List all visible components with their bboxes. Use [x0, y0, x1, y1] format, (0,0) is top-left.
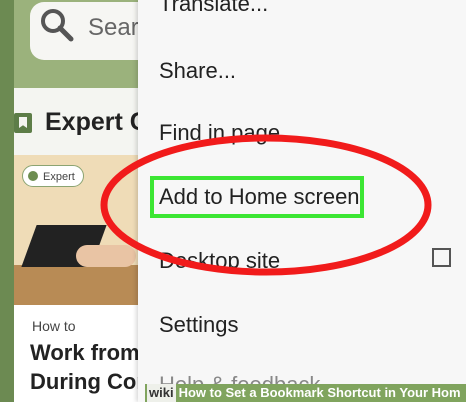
menu-item-find-in-page[interactable]: Find in page — [159, 120, 280, 146]
footer-title: How to Set a Bookmark Shortcut in Your H… — [178, 385, 461, 400]
screenshot-frame: Sear Expert C Expert How to Work from Du… — [0, 0, 466, 402]
bookmark-icon — [14, 113, 32, 133]
wikihow-logo: wiki — [147, 384, 176, 402]
search-placeholder: Sear — [88, 14, 139, 41]
hand-illustration — [76, 245, 136, 267]
menu-item-desktop-site[interactable]: Desktop site — [159, 248, 280, 274]
card-title-line1[interactable]: Work from — [30, 340, 140, 366]
footer-banner: wiki How to Set a Bookmark Shortcut in Yo… — [145, 384, 466, 402]
section-title: Expert C — [45, 108, 148, 136]
checkbox-empty-icon[interactable] — [432, 248, 451, 267]
left-edge — [0, 0, 14, 402]
check-badge-icon — [28, 171, 38, 181]
card-label: How to — [32, 318, 76, 334]
menu-item-add-to-home-screen[interactable]: Add to Home screen — [159, 184, 360, 210]
menu-item-translate[interactable]: Translate... — [159, 0, 268, 17]
menu-item-share[interactable]: Share... — [159, 58, 236, 84]
search-icon[interactable] — [40, 8, 74, 42]
menu-item-settings[interactable]: Settings — [159, 312, 239, 338]
image-desk — [14, 265, 144, 305]
